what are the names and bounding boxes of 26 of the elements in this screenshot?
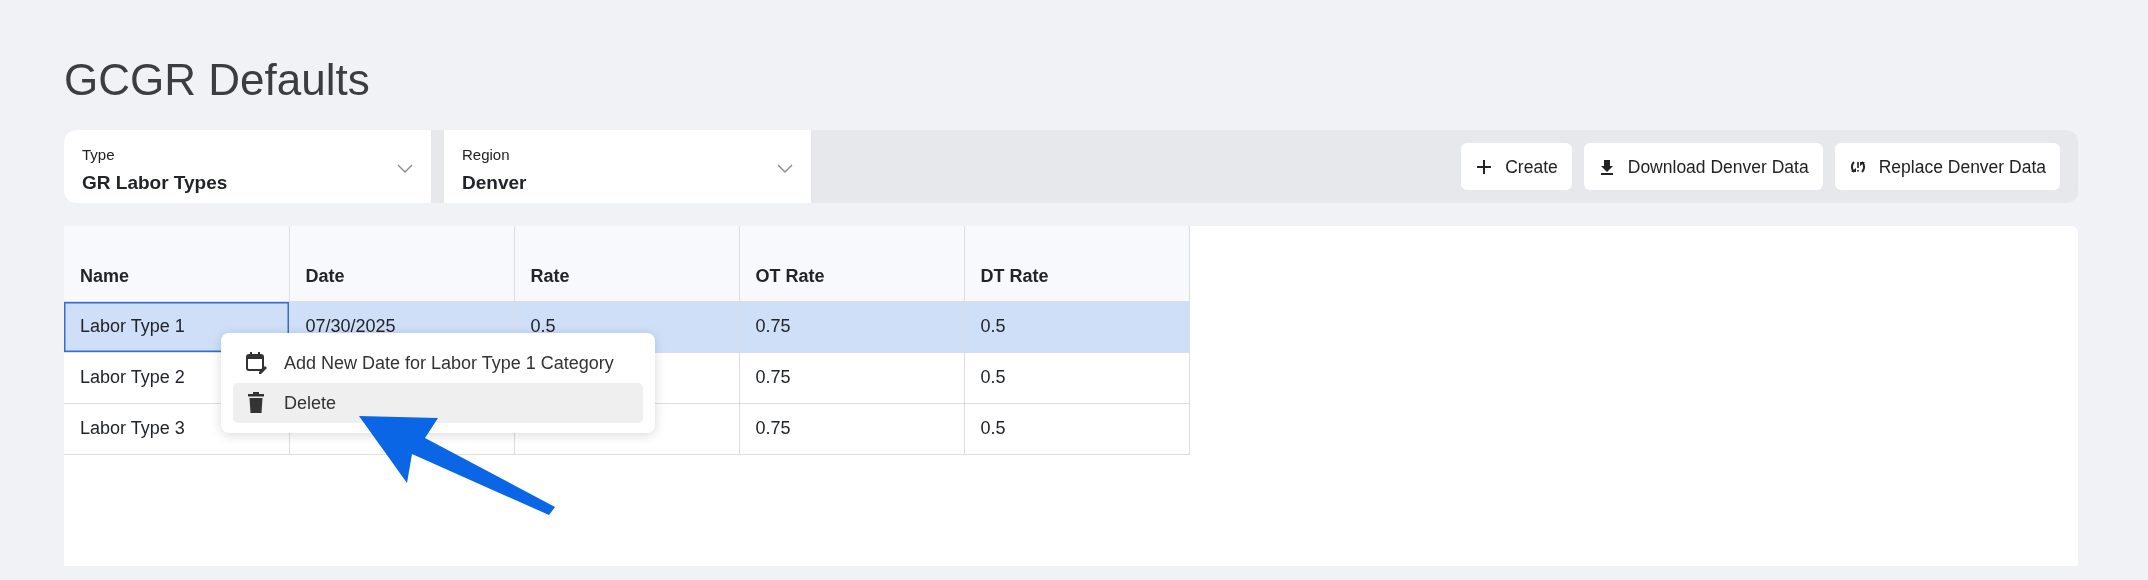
column-header: Name [64,226,289,302]
calendar-pencil-icon [245,351,268,375]
action-button[interactable]: Create [1461,143,1572,191]
page-title: GCGR Defaults [64,56,371,105]
table-cell: 0.5 [964,352,1189,404]
column-header: Date [289,226,514,302]
table-cell: 0.75 [739,352,964,404]
action-button[interactable]: Replace Denver Data [1834,143,2060,191]
plus-icon [1475,157,1494,176]
table-cell: 0.75 [739,403,964,455]
table-cell: 0.5 [964,301,1189,353]
chevron-icon [397,164,413,175]
action-button[interactable]: Download Denver Data [1583,143,1823,191]
field-label: Type [82,145,116,166]
field-value: Denver [462,170,527,195]
column-header: DT Rate [964,226,1189,302]
field-value: GR Labor Types [82,170,228,195]
field-label: Region [462,145,511,166]
menu-item[interactable]: Delete [233,383,643,423]
chevron-icon [777,164,793,175]
table-cell: 0.75 [739,301,964,353]
dropdown-field[interactable]: Region Denver [444,130,811,204]
dropdown-field[interactable]: Type GR Labor Types [64,130,431,204]
column-header: OT Rate [739,226,964,302]
table-cell: 0.5 [964,403,1189,455]
column-header: Rate [514,226,739,302]
